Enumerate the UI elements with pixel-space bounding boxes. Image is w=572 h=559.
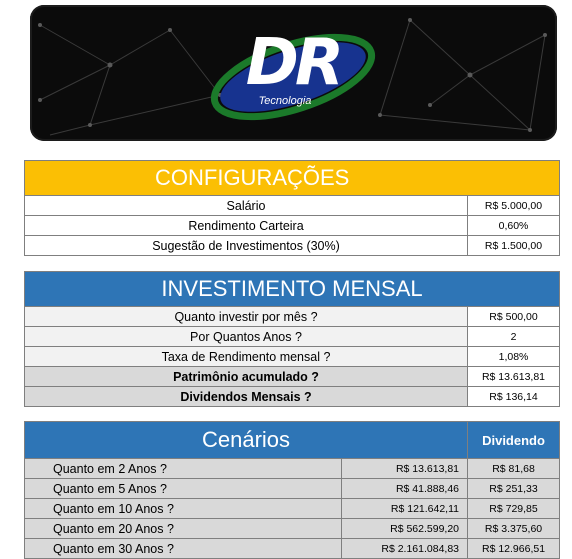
scenario-label: Quanto em 2 Anos ? bbox=[24, 458, 342, 479]
table-row: Taxa de Rendimento mensal ? 1,08% bbox=[24, 346, 561, 367]
config-table: CONFIGURAÇÕES Salário R$ 5.000,00 Rendim… bbox=[23, 160, 561, 256]
investment-label: Por Quantos Anos ? bbox=[24, 326, 468, 347]
table-row: Rendimento Carteira 0,60% bbox=[24, 215, 561, 236]
scenario-dividend: R$ 81,68 bbox=[467, 458, 561, 479]
scenario-value: R$ 41.888,46 bbox=[340, 478, 469, 499]
table-row: Quanto investir por mês ? R$ 500,00 bbox=[24, 306, 561, 327]
table-row: Sugestão de Investimentos (30%) R$ 1.500… bbox=[24, 235, 561, 256]
scenario-value: R$ 13.613,81 bbox=[340, 458, 469, 479]
scenario-label: Quanto em 5 Anos ? bbox=[24, 478, 342, 499]
config-label: Rendimento Carteira bbox=[24, 215, 468, 236]
scenario-dividend: R$ 3.375,60 bbox=[467, 518, 561, 539]
config-label: Salário bbox=[24, 195, 468, 216]
scenario-label: Quanto em 20 Anos ? bbox=[24, 518, 342, 539]
table-row: Por Quantos Anos ? 2 bbox=[24, 326, 561, 347]
table-row: Quanto em 10 Anos ? R$ 121.642,11 R$ 729… bbox=[24, 498, 561, 519]
table-row: Patrimônio acumulado ? R$ 13.613,81 bbox=[24, 366, 561, 387]
scenario-label: Quanto em 30 Anos ? bbox=[24, 538, 342, 559]
dividend-header: Dividendo bbox=[467, 421, 561, 459]
table-row: Quanto em 5 Anos ? R$ 41.888,46 R$ 251,3… bbox=[24, 478, 561, 499]
investment-title: INVESTIMENTO MENSAL bbox=[23, 271, 561, 307]
config-value[interactable]: 0,60% bbox=[466, 215, 561, 236]
scenarios-title: Cenários bbox=[23, 421, 469, 459]
scenario-value: R$ 562.599,20 bbox=[340, 518, 469, 539]
investment-label: Patrimônio acumulado ? bbox=[24, 366, 468, 387]
scenario-value: R$ 2.161.084,83 bbox=[340, 538, 469, 559]
scenario-dividend: R$ 251,33 bbox=[467, 478, 561, 499]
scenario-value: R$ 121.642,11 bbox=[340, 498, 469, 519]
investment-value[interactable]: 1,08% bbox=[466, 346, 561, 367]
investment-label: Dividendos Mensais ? bbox=[24, 386, 468, 407]
table-row: Quanto em 20 Anos ? R$ 562.599,20 R$ 3.3… bbox=[24, 518, 561, 539]
investment-value: R$ 136,14 bbox=[466, 386, 561, 407]
scenario-label: Quanto em 10 Anos ? bbox=[24, 498, 342, 519]
table-row: Salário R$ 5.000,00 bbox=[24, 195, 561, 216]
config-value[interactable]: R$ 5.000,00 bbox=[466, 195, 561, 216]
table-row: Quanto em 2 Anos ? R$ 13.613,81 R$ 81,68 bbox=[24, 458, 561, 479]
investment-label: Quanto investir por mês ? bbox=[24, 306, 468, 327]
investment-label: Taxa de Rendimento mensal ? bbox=[24, 346, 468, 367]
investment-value[interactable]: R$ 500,00 bbox=[466, 306, 561, 327]
investment-table: INVESTIMENTO MENSAL Quanto investir por … bbox=[23, 271, 561, 407]
investment-value[interactable]: 2 bbox=[466, 326, 561, 347]
config-label: Sugestão de Investimentos (30%) bbox=[24, 235, 468, 256]
config-title: CONFIGURAÇÕES bbox=[23, 160, 561, 196]
table-row: Quanto em 30 Anos ? R$ 2.161.084,83 R$ 1… bbox=[24, 538, 561, 559]
logo-subtitle: Tecnologia bbox=[258, 95, 312, 107]
config-value: R$ 1.500,00 bbox=[466, 235, 561, 256]
scenario-dividend: R$ 12.966,51 bbox=[467, 538, 561, 559]
investment-value: R$ 13.613,81 bbox=[466, 366, 561, 387]
table-row: Dividendos Mensais ? R$ 136,14 bbox=[24, 386, 561, 407]
scenarios-table: Cenários Dividendo Quanto em 2 Anos ? R$… bbox=[23, 421, 561, 559]
scenario-dividend: R$ 729,85 bbox=[467, 498, 561, 519]
logo-letters: DR bbox=[245, 26, 344, 100]
dr-tecnologia-banner: DR Tecnologia bbox=[30, 5, 557, 141]
